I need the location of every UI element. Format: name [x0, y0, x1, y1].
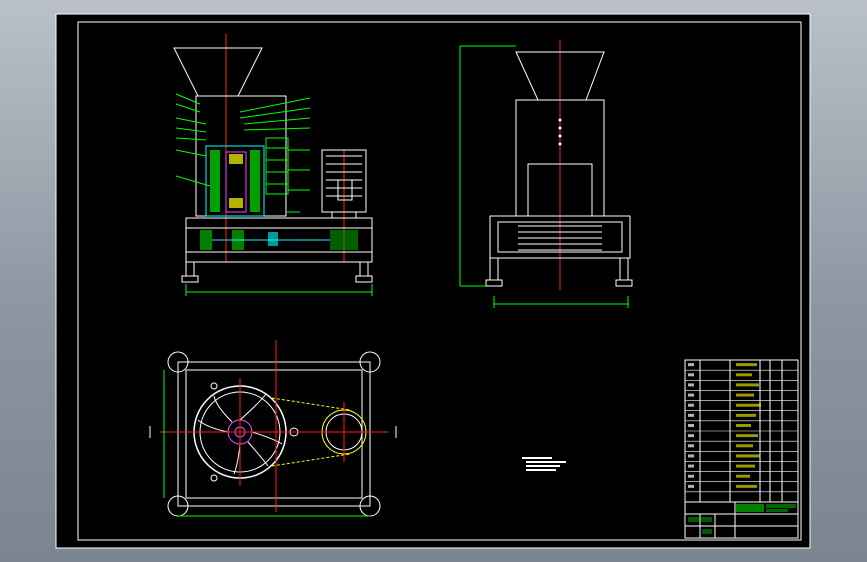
parts-list-entry-mark [736, 474, 750, 478]
parts-list-entry-mark [736, 363, 757, 367]
parts-list-number-mark [688, 363, 694, 367]
parts-list-number-mark [688, 373, 694, 377]
parts-list-number-mark [688, 413, 694, 417]
parts-list-entry-mark [736, 393, 754, 397]
drawing-canvas[interactable] [0, 0, 867, 562]
parts-list-number-mark [688, 434, 694, 438]
parts-list-entry-mark [736, 424, 751, 427]
parts-list-number-mark [688, 393, 694, 397]
parts-list-entry-mark [736, 434, 758, 438]
parts-list-entry-mark [736, 444, 753, 448]
parts-list-entry-mark [736, 383, 759, 387]
parts-list-number-mark [688, 474, 694, 478]
parts-list-entry-mark [736, 373, 752, 377]
parts-list-number-mark [688, 424, 694, 427]
parts-list-entry-mark [736, 454, 760, 458]
parts-list-number-mark [688, 454, 694, 458]
parts-list-entry-mark [736, 484, 757, 488]
parts-list-number-mark [688, 403, 694, 407]
parts-list-entry-mark [736, 403, 761, 407]
parts-list-number-mark [688, 464, 694, 468]
parts-list-entry-mark [736, 413, 756, 417]
parts-list-number-mark [688, 444, 694, 448]
parts-list-entry-mark [736, 464, 755, 468]
parts-list-number-mark [688, 383, 694, 387]
drawing-sheet [55, 13, 811, 549]
parts-list-number-mark [688, 484, 694, 488]
cad-viewport[interactable] [0, 0, 867, 562]
